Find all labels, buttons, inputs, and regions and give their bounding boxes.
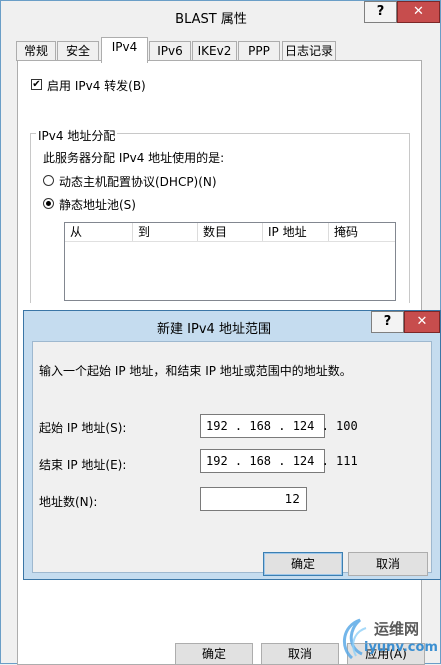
enable-forward-label: 启用 IPv4 转发(B) [47,79,146,93]
start-ip-input[interactable]: 192 . 168 . 124 . 100 [200,414,358,438]
pool-list-header: 从 到 数目 IP 地址 掩码 [65,223,395,242]
column-mask[interactable]: 掩码 [329,223,395,241]
group-description: 此服务器分配 IPv4 地址使用的是: [43,151,225,165]
column-ip-address[interactable]: IP 地址 [263,223,329,241]
tab-ipv6[interactable]: IPv6 [149,41,191,61]
dialog-titlebar[interactable]: 新建 IPv4 地址范围 ? ✕ [24,311,440,341]
static-pool-radio[interactable] [43,198,54,209]
window-title: BLAST 属性 [175,12,247,27]
tab-ipv4[interactable]: IPv4 [101,37,148,63]
watermark-text: 运维网 [374,620,420,638]
watermark-logo: 运维网 iyunv.com [334,614,440,662]
help-button[interactable]: ? [364,1,397,23]
ok-button[interactable]: 确定 [175,643,253,665]
column-to[interactable]: 到 [133,223,198,241]
dialog-close-button[interactable]: ✕ [404,311,440,333]
new-address-range-dialog: 新建 IPv4 地址范围 ? ✕ 输入一个起始 IP 地址，和结束 IP 地址或… [23,310,441,580]
start-ip-label: 起始 IP 地址(S): [39,421,127,435]
tab-logging[interactable]: 日志记录 [282,41,336,61]
end-ip-label: 结束 IP 地址(E): [39,458,127,472]
tab-security[interactable]: 安全 [57,41,99,61]
dialog-ok-button[interactable]: 确定 [263,552,343,576]
address-pool-list[interactable]: 从 到 数目 IP 地址 掩码 [64,222,396,301]
dialog-help-button[interactable]: ? [371,311,404,333]
group-title: IPv4 地址分配 [36,127,118,144]
dhcp-radio[interactable] [43,175,54,186]
dialog-instruction: 输入一个起始 IP 地址，和结束 IP 地址或范围中的地址数。 [39,364,352,378]
close-button[interactable]: ✕ [397,1,440,23]
dialog-title: 新建 IPv4 地址范围 [157,322,271,337]
window-titlebar[interactable]: BLAST 属性 ? ✕ [1,1,440,31]
address-count-label: 地址数(N): [39,495,98,509]
cancel-button[interactable]: 取消 [261,643,339,665]
watermark-url: iyunv.com [364,640,438,655]
dhcp-label: 动态主机配置协议(DHCP)(N) [59,175,217,189]
enable-forward-checkbox[interactable]: ✔ [31,79,42,90]
column-count[interactable]: 数目 [198,223,263,241]
tab-ikev2[interactable]: IKEv2 [192,41,237,61]
column-from[interactable]: 从 [65,223,133,241]
dialog-body: 输入一个起始 IP 地址，和结束 IP 地址或范围中的地址数。 起始 IP 地址… [32,341,432,576]
tab-ppp[interactable]: PPP [238,41,280,61]
dialog-cancel-button[interactable]: 取消 [348,552,428,576]
end-ip-input[interactable]: 192 . 168 . 124 . 111 [200,449,358,473]
static-pool-label: 静态地址池(S) [59,198,136,212]
tab-general[interactable]: 常规 [16,41,56,61]
address-count-input[interactable]: 12 [200,487,307,511]
